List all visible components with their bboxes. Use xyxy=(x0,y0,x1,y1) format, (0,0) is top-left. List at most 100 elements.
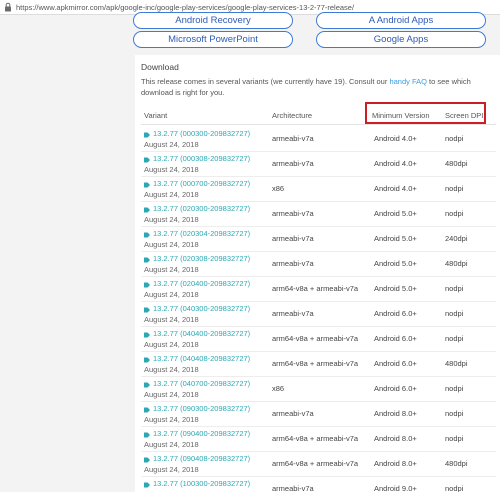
variant-row: 13.2.77 (020308-209832727) August 24, 201… xyxy=(141,252,496,277)
variant-dpi: nodpi xyxy=(445,384,464,393)
variant-version[interactable]: 13.2.77 (090400-209832727) xyxy=(153,429,250,438)
variant-version[interactable]: 13.2.77 (040408-209832727) xyxy=(153,354,250,363)
variant-date: August 24, 2018 xyxy=(144,340,199,349)
variant-link[interactable]: 13.2.77 (000300-209832727) xyxy=(144,129,250,138)
variant-link[interactable]: 13.2.77 (100300-209832727) xyxy=(144,479,250,488)
variant-date: August 24, 2018 xyxy=(144,215,199,224)
variant-date: August 24, 2018 xyxy=(144,265,199,274)
variant-version[interactable]: 13.2.77 (000700-209832727) xyxy=(153,179,250,188)
download-tag-icon xyxy=(144,181,150,187)
variant-row: 13.2.77 (040300-209832727) August 24, 201… xyxy=(141,302,496,327)
variant-version[interactable]: 13.2.77 (090300-209832727) xyxy=(153,404,250,413)
variant-dpi: nodpi xyxy=(445,434,464,443)
variant-architecture: x86 xyxy=(272,384,285,393)
variant-dpi: 480dpi xyxy=(445,259,468,268)
download-tag-icon xyxy=(144,306,150,312)
download-tag-icon xyxy=(144,256,150,262)
variant-min-version: Android 4.0+ xyxy=(374,184,417,193)
variant-dpi: 480dpi xyxy=(445,159,468,168)
variant-architecture: arm64-v8a + armeabi-v7a xyxy=(272,334,359,343)
variant-version[interactable]: 13.2.77 (090408-209832727) xyxy=(153,454,250,463)
variant-min-version: Android 4.0+ xyxy=(374,134,417,143)
download-heading: Download xyxy=(141,62,179,72)
android-apps-button[interactable]: A Android Apps xyxy=(316,12,486,29)
variant-row: 13.2.77 (040400-209832727) August 24, 201… xyxy=(141,327,496,352)
variant-version[interactable]: 13.2.77 (000300-209832727) xyxy=(153,129,250,138)
variant-architecture: armeabi-v7a xyxy=(272,234,314,243)
variant-min-version: Android 9.0+ xyxy=(374,484,417,492)
variant-link[interactable]: 13.2.77 (040408-209832727) xyxy=(144,354,250,363)
variant-version[interactable]: 13.2.77 (020300-209832727) xyxy=(153,204,250,213)
variant-row: 13.2.77 (020300-209832727) August 24, 201… xyxy=(141,202,496,227)
variant-min-version: Android 8.0+ xyxy=(374,459,417,468)
variant-date: August 24, 2018 xyxy=(144,365,199,374)
variant-architecture: armeabi-v7a xyxy=(272,484,314,492)
download-tag-icon xyxy=(144,281,150,287)
handy-faq-link[interactable]: handy FAQ xyxy=(389,77,427,86)
download-tag-icon xyxy=(144,156,150,162)
download-description: This release comes in several variants (… xyxy=(141,77,471,97)
download-tag-icon xyxy=(144,431,150,437)
variant-dpi: 240dpi xyxy=(445,234,468,243)
variant-link[interactable]: 13.2.77 (040300-209832727) xyxy=(144,304,250,313)
variant-min-version: Android 6.0+ xyxy=(374,359,417,368)
variant-link[interactable]: 13.2.77 (000700-209832727) xyxy=(144,179,250,188)
variant-min-version: Android 5.0+ xyxy=(374,284,417,293)
variant-row: 13.2.77 (090408-209832727) August 24, 201… xyxy=(141,452,496,477)
variant-date: August 24, 2018 xyxy=(144,465,199,474)
variant-link[interactable]: 13.2.77 (020308-209832727) xyxy=(144,254,250,263)
variant-date: August 24, 2018 xyxy=(144,140,199,149)
variant-dpi: nodpi xyxy=(445,284,464,293)
variant-architecture: arm64-v8a + armeabi-v7a xyxy=(272,359,359,368)
variant-date: August 24, 2018 xyxy=(144,315,199,324)
variant-architecture: x86 xyxy=(272,184,285,193)
header-divider xyxy=(141,124,496,125)
variant-row: 13.2.77 (090400-209832727) August 24, 201… xyxy=(141,427,496,452)
variant-version[interactable]: 13.2.77 (040700-209832727) xyxy=(153,379,250,388)
variant-link[interactable]: 13.2.77 (090300-209832727) xyxy=(144,404,250,413)
variant-dpi: nodpi xyxy=(445,184,464,193)
variant-link[interactable]: 13.2.77 (090400-209832727) xyxy=(144,429,250,438)
variant-dpi: nodpi xyxy=(445,134,464,143)
variant-version[interactable]: 13.2.77 (040400-209832727) xyxy=(153,329,250,338)
variant-link[interactable]: 13.2.77 (040400-209832727) xyxy=(144,329,250,338)
variant-dpi: 480dpi xyxy=(445,359,468,368)
download-tag-icon xyxy=(144,456,150,462)
variant-row: 13.2.77 (040700-209832727) August 24, 201… xyxy=(141,377,496,402)
microsoft-powerpoint-button[interactable]: Microsoft PowerPoint xyxy=(133,31,293,48)
variant-link[interactable]: 13.2.77 (020300-209832727) xyxy=(144,204,250,213)
variant-date: August 24, 2018 xyxy=(144,165,199,174)
variant-link[interactable]: 13.2.77 (020304-209832727) xyxy=(144,229,250,238)
variant-link[interactable]: 13.2.77 (000308-209832727) xyxy=(144,154,250,163)
variant-architecture: armeabi-v7a xyxy=(272,309,314,318)
variant-architecture: armeabi-v7a xyxy=(272,259,314,268)
variant-date: August 24, 2018 xyxy=(144,190,199,199)
google-apps-button[interactable]: Google Apps xyxy=(316,31,486,48)
variant-version[interactable]: 13.2.77 (020400-209832727) xyxy=(153,279,250,288)
android-recovery-button[interactable]: Android Recovery xyxy=(133,12,293,29)
variant-date: August 24, 2018 xyxy=(144,290,199,299)
variant-min-version: Android 8.0+ xyxy=(374,434,417,443)
variant-min-version: Android 5.0+ xyxy=(374,259,417,268)
variant-version[interactable]: 13.2.77 (020304-209832727) xyxy=(153,229,250,238)
lock-icon xyxy=(3,2,12,13)
variant-dpi: nodpi xyxy=(445,484,464,492)
variant-version[interactable]: 13.2.77 (100300-209832727) xyxy=(153,479,250,488)
variant-link[interactable]: 13.2.77 (020400-209832727) xyxy=(144,279,250,288)
variant-link[interactable]: 13.2.77 (040700-209832727) xyxy=(144,379,250,388)
variant-architecture: arm64-v8a + armeabi-v7a xyxy=(272,284,359,293)
download-tag-icon xyxy=(144,356,150,362)
variant-link[interactable]: 13.2.77 (090408-209832727) xyxy=(144,454,250,463)
variant-version[interactable]: 13.2.77 (040300-209832727) xyxy=(153,304,250,313)
variant-architecture: armeabi-v7a xyxy=(272,134,314,143)
variant-row: 13.2.77 (000700-209832727) August 24, 201… xyxy=(141,177,496,202)
variant-column-header: Variant xyxy=(144,111,168,120)
variant-date: August 24, 2018 xyxy=(144,390,199,399)
variant-version[interactable]: 13.2.77 (020308-209832727) xyxy=(153,254,250,263)
variant-version[interactable]: 13.2.77 (000308-209832727) xyxy=(153,154,250,163)
variant-min-version: Android 8.0+ xyxy=(374,409,417,418)
variant-dpi: nodpi xyxy=(445,209,464,218)
download-tag-icon xyxy=(144,131,150,137)
variant-date: August 24, 2018 xyxy=(144,240,199,249)
download-tag-icon xyxy=(144,206,150,212)
